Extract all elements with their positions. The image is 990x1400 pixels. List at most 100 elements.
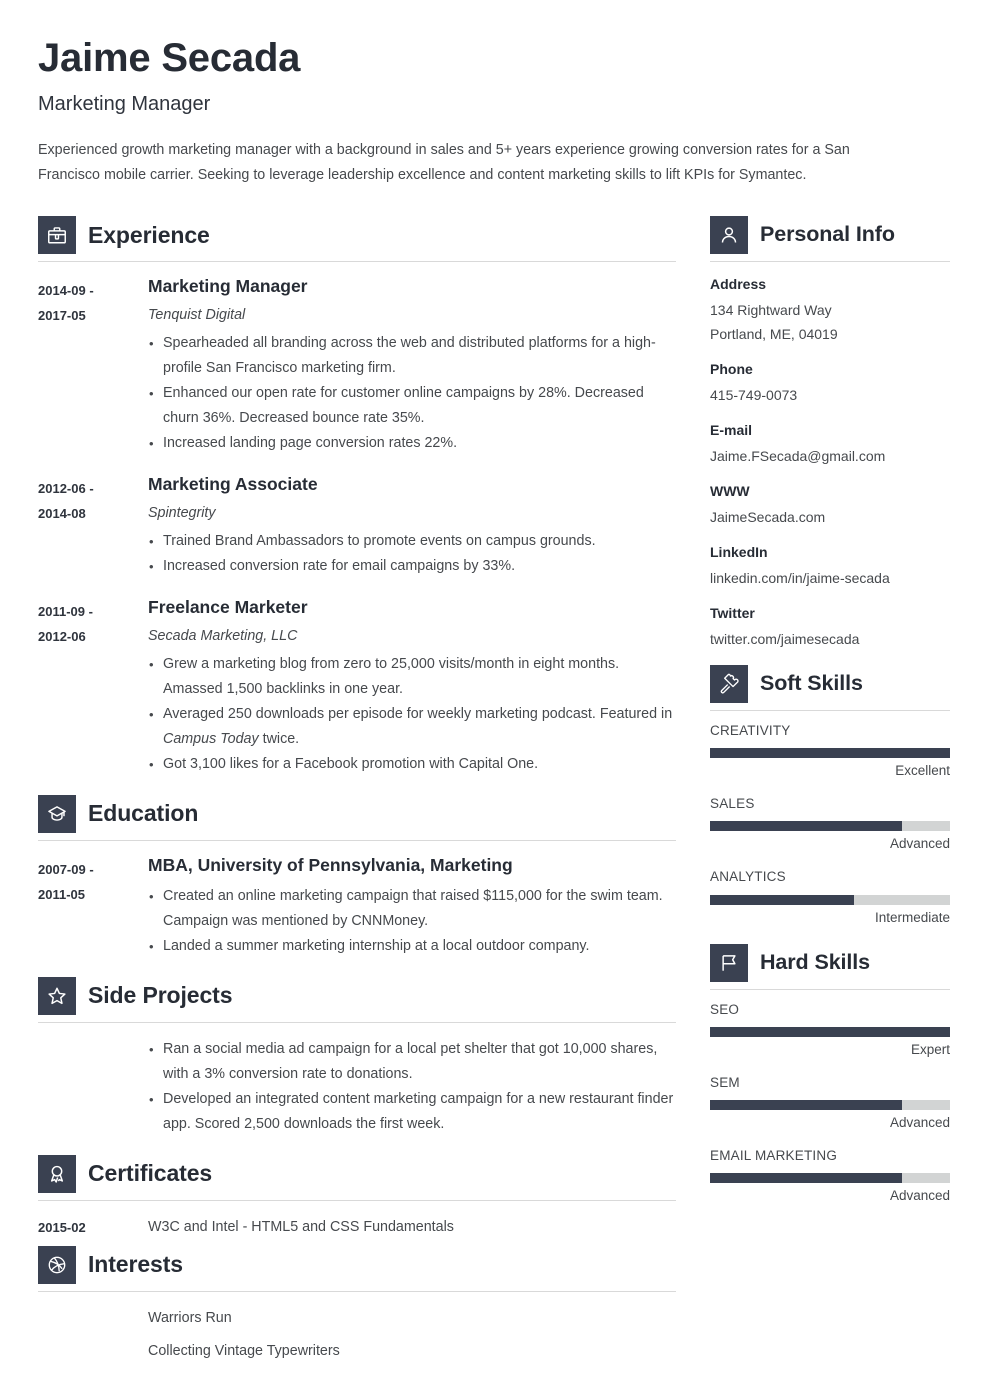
entry-bullets: Grew a marketing blog from zero to 25,00… bbox=[148, 652, 676, 777]
entry-body: Ran a social media ad campaign for a loc… bbox=[148, 1037, 676, 1137]
skill-bar-track bbox=[710, 821, 950, 832]
info-value: 415-749-0073 bbox=[710, 387, 798, 403]
section-divider bbox=[710, 710, 950, 711]
entry-company: Tenquist Digital bbox=[148, 306, 246, 323]
section-title-education: Education bbox=[88, 800, 199, 827]
certificate-text: W3C and Intel - HTML5 and CSS Fundamenta… bbox=[148, 1218, 454, 1235]
section-experience: Experience 2014-09 - 2017-05 Marketing M… bbox=[38, 216, 676, 777]
section-header-personal-info: Personal Info bbox=[710, 216, 950, 261]
entry-dates: 2012-06 - 2014-08 bbox=[38, 474, 148, 579]
section-title-hard-skills: Hard Skills bbox=[760, 949, 871, 974]
skill-name: CREATIVITY bbox=[710, 723, 791, 738]
info-group-linkedin: LinkedIn linkedin.com/in/jaime-secada bbox=[710, 542, 950, 590]
skill-name: ANALYTICS bbox=[710, 869, 786, 885]
info-label: Address bbox=[710, 276, 767, 292]
puzzle-icon bbox=[710, 665, 748, 703]
skill-bar-track bbox=[710, 1026, 950, 1037]
info-value[interactable]: JaimeSecada.com bbox=[710, 505, 950, 529]
skill-item: CREATIVITY Excellent bbox=[710, 723, 950, 783]
skill-level: Advanced bbox=[889, 1188, 950, 1204]
entry-dates: 2007-09 - 2011-05 bbox=[38, 855, 148, 959]
star-icon bbox=[38, 976, 76, 1015]
entry-body: Marketing Manager Tenquist Digital Spear… bbox=[148, 276, 676, 456]
section-title-interests: Interests bbox=[88, 1251, 183, 1278]
date-start: 2014-09 - bbox=[38, 283, 94, 298]
section-header-experience: Experience bbox=[38, 216, 676, 261]
bullet-item: Averaged 250 downloads per episode for w… bbox=[148, 702, 676, 752]
entry-degree: MBA, University of Pennsylvania, Marketi… bbox=[148, 854, 513, 875]
skill-item: SEO Expert bbox=[710, 1002, 950, 1062]
section-education: Education 2007-09 - 2011-05 MBA, Univers… bbox=[38, 794, 676, 959]
info-label: Phone bbox=[710, 361, 753, 377]
entry-role: Freelance Marketer bbox=[148, 596, 308, 617]
skill-bar-fill bbox=[710, 1099, 902, 1110]
entry-bullets: Trained Brand Ambassadors to promote eve… bbox=[148, 529, 676, 579]
info-value: Portland, ME, 04019 bbox=[710, 326, 838, 342]
info-group-www: WWW JaimeSecada.com bbox=[710, 481, 950, 529]
section-divider bbox=[38, 1199, 676, 1201]
experience-entry: 2012-06 - 2014-08 Marketing Associate Sp… bbox=[38, 474, 676, 579]
entry-bullets: Created an online marketing campaign tha… bbox=[148, 884, 676, 959]
certificate-row: 2015-02 W3C and Intel - HTML5 and CSS Fu… bbox=[38, 1215, 676, 1240]
section-divider bbox=[38, 261, 676, 262]
skill-name: SEM bbox=[710, 1074, 740, 1090]
resume-columns: Experience 2014-09 - 2017-05 Marketing M… bbox=[38, 216, 950, 1372]
section-header-side-projects: Side Projects bbox=[38, 976, 676, 1022]
bullet-item: Developed an integrated content marketin… bbox=[148, 1087, 676, 1137]
experience-entry: 2011-09 - 2012-06 Freelance Marketer Sec… bbox=[38, 597, 676, 777]
date-start: 2007-09 - bbox=[38, 861, 94, 877]
section-personal-info: Personal Info Address 134 Rightward Way … bbox=[710, 216, 950, 651]
section-header-interests: Interests bbox=[38, 1245, 676, 1291]
section-header-hard-skills: Hard Skills bbox=[710, 943, 950, 989]
info-group-email: E-mail Jaime.FSecada@gmail.com bbox=[710, 420, 950, 468]
skill-bar-track bbox=[710, 1173, 950, 1184]
bullet-item: Trained Brand Ambassadors to promote eve… bbox=[148, 529, 676, 554]
entry-role: Marketing Manager bbox=[148, 276, 308, 296]
entry-bullets: Ran a social media ad campaign for a loc… bbox=[148, 1037, 676, 1137]
date-end: 2012-06 bbox=[38, 628, 86, 644]
section-hard-skills: Hard Skills SEO Expert SEM Advanced EMAI… bbox=[710, 943, 950, 1209]
info-group-twitter: Twitter twitter.com/jaimesecada bbox=[710, 603, 950, 651]
info-group-phone: Phone 415-749-0073 bbox=[710, 359, 950, 407]
info-value[interactable]: twitter.com/jaimesecada bbox=[710, 627, 950, 651]
info-value[interactable]: linkedin.com/in/jaime-secada bbox=[710, 566, 950, 590]
summary-paragraph: Experienced growth marketing manager wit… bbox=[38, 142, 850, 183]
bullet-item: Created an online marketing campaign tha… bbox=[148, 884, 676, 934]
skill-bar-track bbox=[710, 748, 950, 759]
skill-bar-track bbox=[710, 894, 950, 905]
section-title-soft-skills: Soft Skills bbox=[760, 671, 863, 696]
certificate-date: 2015-02 bbox=[38, 1219, 86, 1235]
bullet-item: Increased conversion rate for email camp… bbox=[148, 554, 676, 579]
bullet-item: Got 3,100 likes for a Facebook promotion… bbox=[148, 752, 676, 777]
skill-name: SALES bbox=[710, 796, 755, 812]
skill-bar-fill bbox=[710, 1173, 902, 1184]
section-divider bbox=[38, 1021, 676, 1023]
info-value[interactable]: Jaime.FSecada@gmail.com bbox=[710, 444, 950, 468]
section-divider bbox=[710, 261, 950, 262]
entry-body: MBA, University of Pennsylvania, Marketi… bbox=[148, 855, 676, 959]
section-title-experience: Experience bbox=[88, 221, 210, 248]
section-title-side-projects: Side Projects bbox=[88, 982, 233, 1009]
award-icon bbox=[38, 1154, 76, 1193]
bullet-item: Increased landing page conversion rates … bbox=[148, 431, 676, 456]
skill-bar-fill bbox=[710, 1026, 950, 1037]
skill-level: Intermediate bbox=[874, 909, 950, 925]
entry-body: Marketing Associate Spintegrity Trained … bbox=[148, 474, 676, 579]
entry-dates-empty bbox=[38, 1037, 148, 1137]
interest-item: Collecting Vintage Typewriters bbox=[148, 1342, 340, 1359]
right-column: Personal Info Address 134 Rightward Way … bbox=[710, 216, 950, 1221]
section-title-certificates: Certificates bbox=[88, 1160, 213, 1187]
education-entry: 2007-09 - 2011-05 MBA, University of Pen… bbox=[38, 855, 676, 959]
section-side-projects: Side Projects Ran a social media ad camp… bbox=[38, 976, 676, 1137]
skill-bar-fill bbox=[710, 894, 854, 905]
skill-bar-fill bbox=[710, 748, 950, 759]
bullet-item: Ran a social media ad campaign for a loc… bbox=[148, 1037, 676, 1087]
section-title-personal-info: Personal Info bbox=[760, 222, 895, 247]
skill-level: Excellent bbox=[895, 763, 950, 779]
section-divider bbox=[38, 839, 676, 841]
left-column: Experience 2014-09 - 2017-05 Marketing M… bbox=[38, 216, 676, 1372]
bullet-item: Spearheaded all branding across the web … bbox=[148, 331, 676, 381]
job-title: Marketing Manager bbox=[38, 93, 211, 115]
skill-item: EMAIL MARKETING Advanced bbox=[710, 1148, 950, 1208]
skill-level: Expert bbox=[910, 1041, 950, 1057]
